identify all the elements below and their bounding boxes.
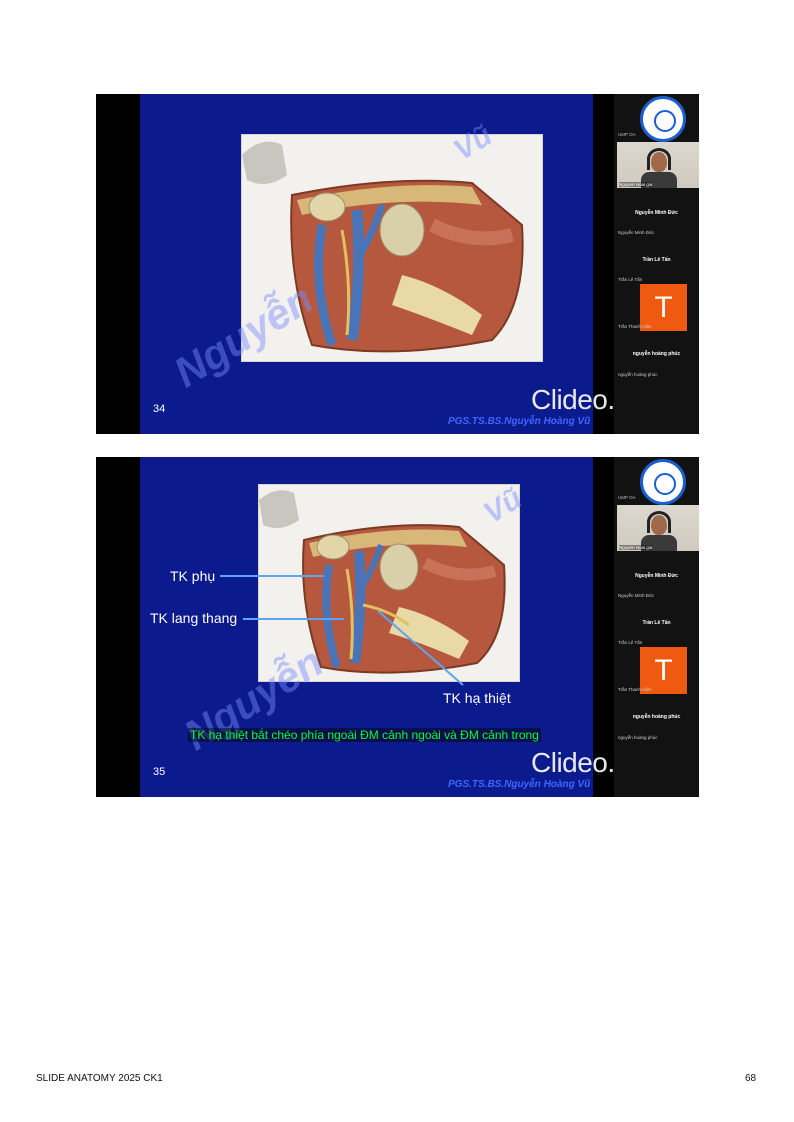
footer-page-number: 68 — [745, 1073, 757, 1084]
footer-document-title: SLIDE ANATOMY 2025 CK1 — [36, 1073, 163, 1084]
participant-subname: Nguyễn Minh Đức — [618, 593, 655, 598]
logo-caption: UMP OA — [618, 132, 636, 137]
slide-number: 34 — [153, 403, 166, 415]
participants-panel: UMP OA Nguyen Hoai gia Nguyễn Minh Đức N… — [614, 94, 699, 434]
participant-subname: nguyễn hoàng phúc — [618, 372, 658, 377]
logo-caption: UMP OA — [618, 495, 636, 500]
participant-name[interactable]: nguyễn hoàng phúc — [614, 351, 699, 357]
label-tk-ha-thiet: TK hạ thiệt — [443, 690, 511, 706]
presenter-face — [651, 515, 667, 535]
video-caption: Nguyen Hoai gia — [619, 545, 653, 550]
video-caption: Nguyen Hoai gia — [619, 182, 653, 187]
participant-name[interactable]: Nguyễn Minh Đức — [614, 210, 699, 216]
presenter-video[interactable]: Nguyen Hoai gia — [617, 142, 699, 188]
slide-author: PGS.TS.BS.Nguyễn Hoàng Vũ — [448, 416, 591, 427]
university-logo — [640, 459, 686, 505]
presenter-video[interactable]: Nguyen Hoai gia — [617, 505, 699, 551]
participant-name[interactable]: Nguyễn Minh Đức — [614, 573, 699, 579]
participant-subname: Trần Lê Tấn — [618, 277, 643, 282]
slide-number: 35 — [153, 766, 166, 778]
slide-35: Nguyễn Vũ TK phụ TK lang thang TK hạ thi… — [96, 457, 699, 797]
participants-panel: UMP OA Nguyen Hoai gia Nguyễn Minh Đức N… — [614, 457, 699, 797]
label-pointer-lines — [220, 575, 464, 686]
participant-subname: Trần Thanh Hiền — [618, 687, 652, 692]
participant-subname: Nguyễn Minh Đức — [618, 230, 655, 235]
label-tk-phu: TK phụ — [170, 568, 216, 584]
participant-name[interactable]: Trần Lê Tấn — [614, 257, 699, 263]
participant-subname: nguyễn hoàng phúc — [618, 735, 658, 740]
university-logo — [640, 96, 686, 142]
participant-subname: Trần Lê Tấn — [618, 640, 643, 645]
participant-name[interactable]: Trần Lê Tấn — [614, 620, 699, 626]
presenter-face — [651, 152, 667, 172]
slide-34: Nguyễn Vũ 34 PGS.TS.BS.Nguyễn Hoàng Vũ C… — [96, 94, 699, 434]
slide-caption: TK hạ thiệt bắt chéo phía ngoài ĐM cảnh … — [188, 728, 541, 742]
slide-author: PGS.TS.BS.Nguyễn Hoàng Vũ — [448, 779, 591, 790]
participant-subname: Trần Thanh Hiền — [618, 324, 652, 329]
participant-name[interactable]: nguyễn hoàng phúc — [614, 714, 699, 720]
label-tk-lang-thang: TK lang thang — [150, 610, 238, 626]
